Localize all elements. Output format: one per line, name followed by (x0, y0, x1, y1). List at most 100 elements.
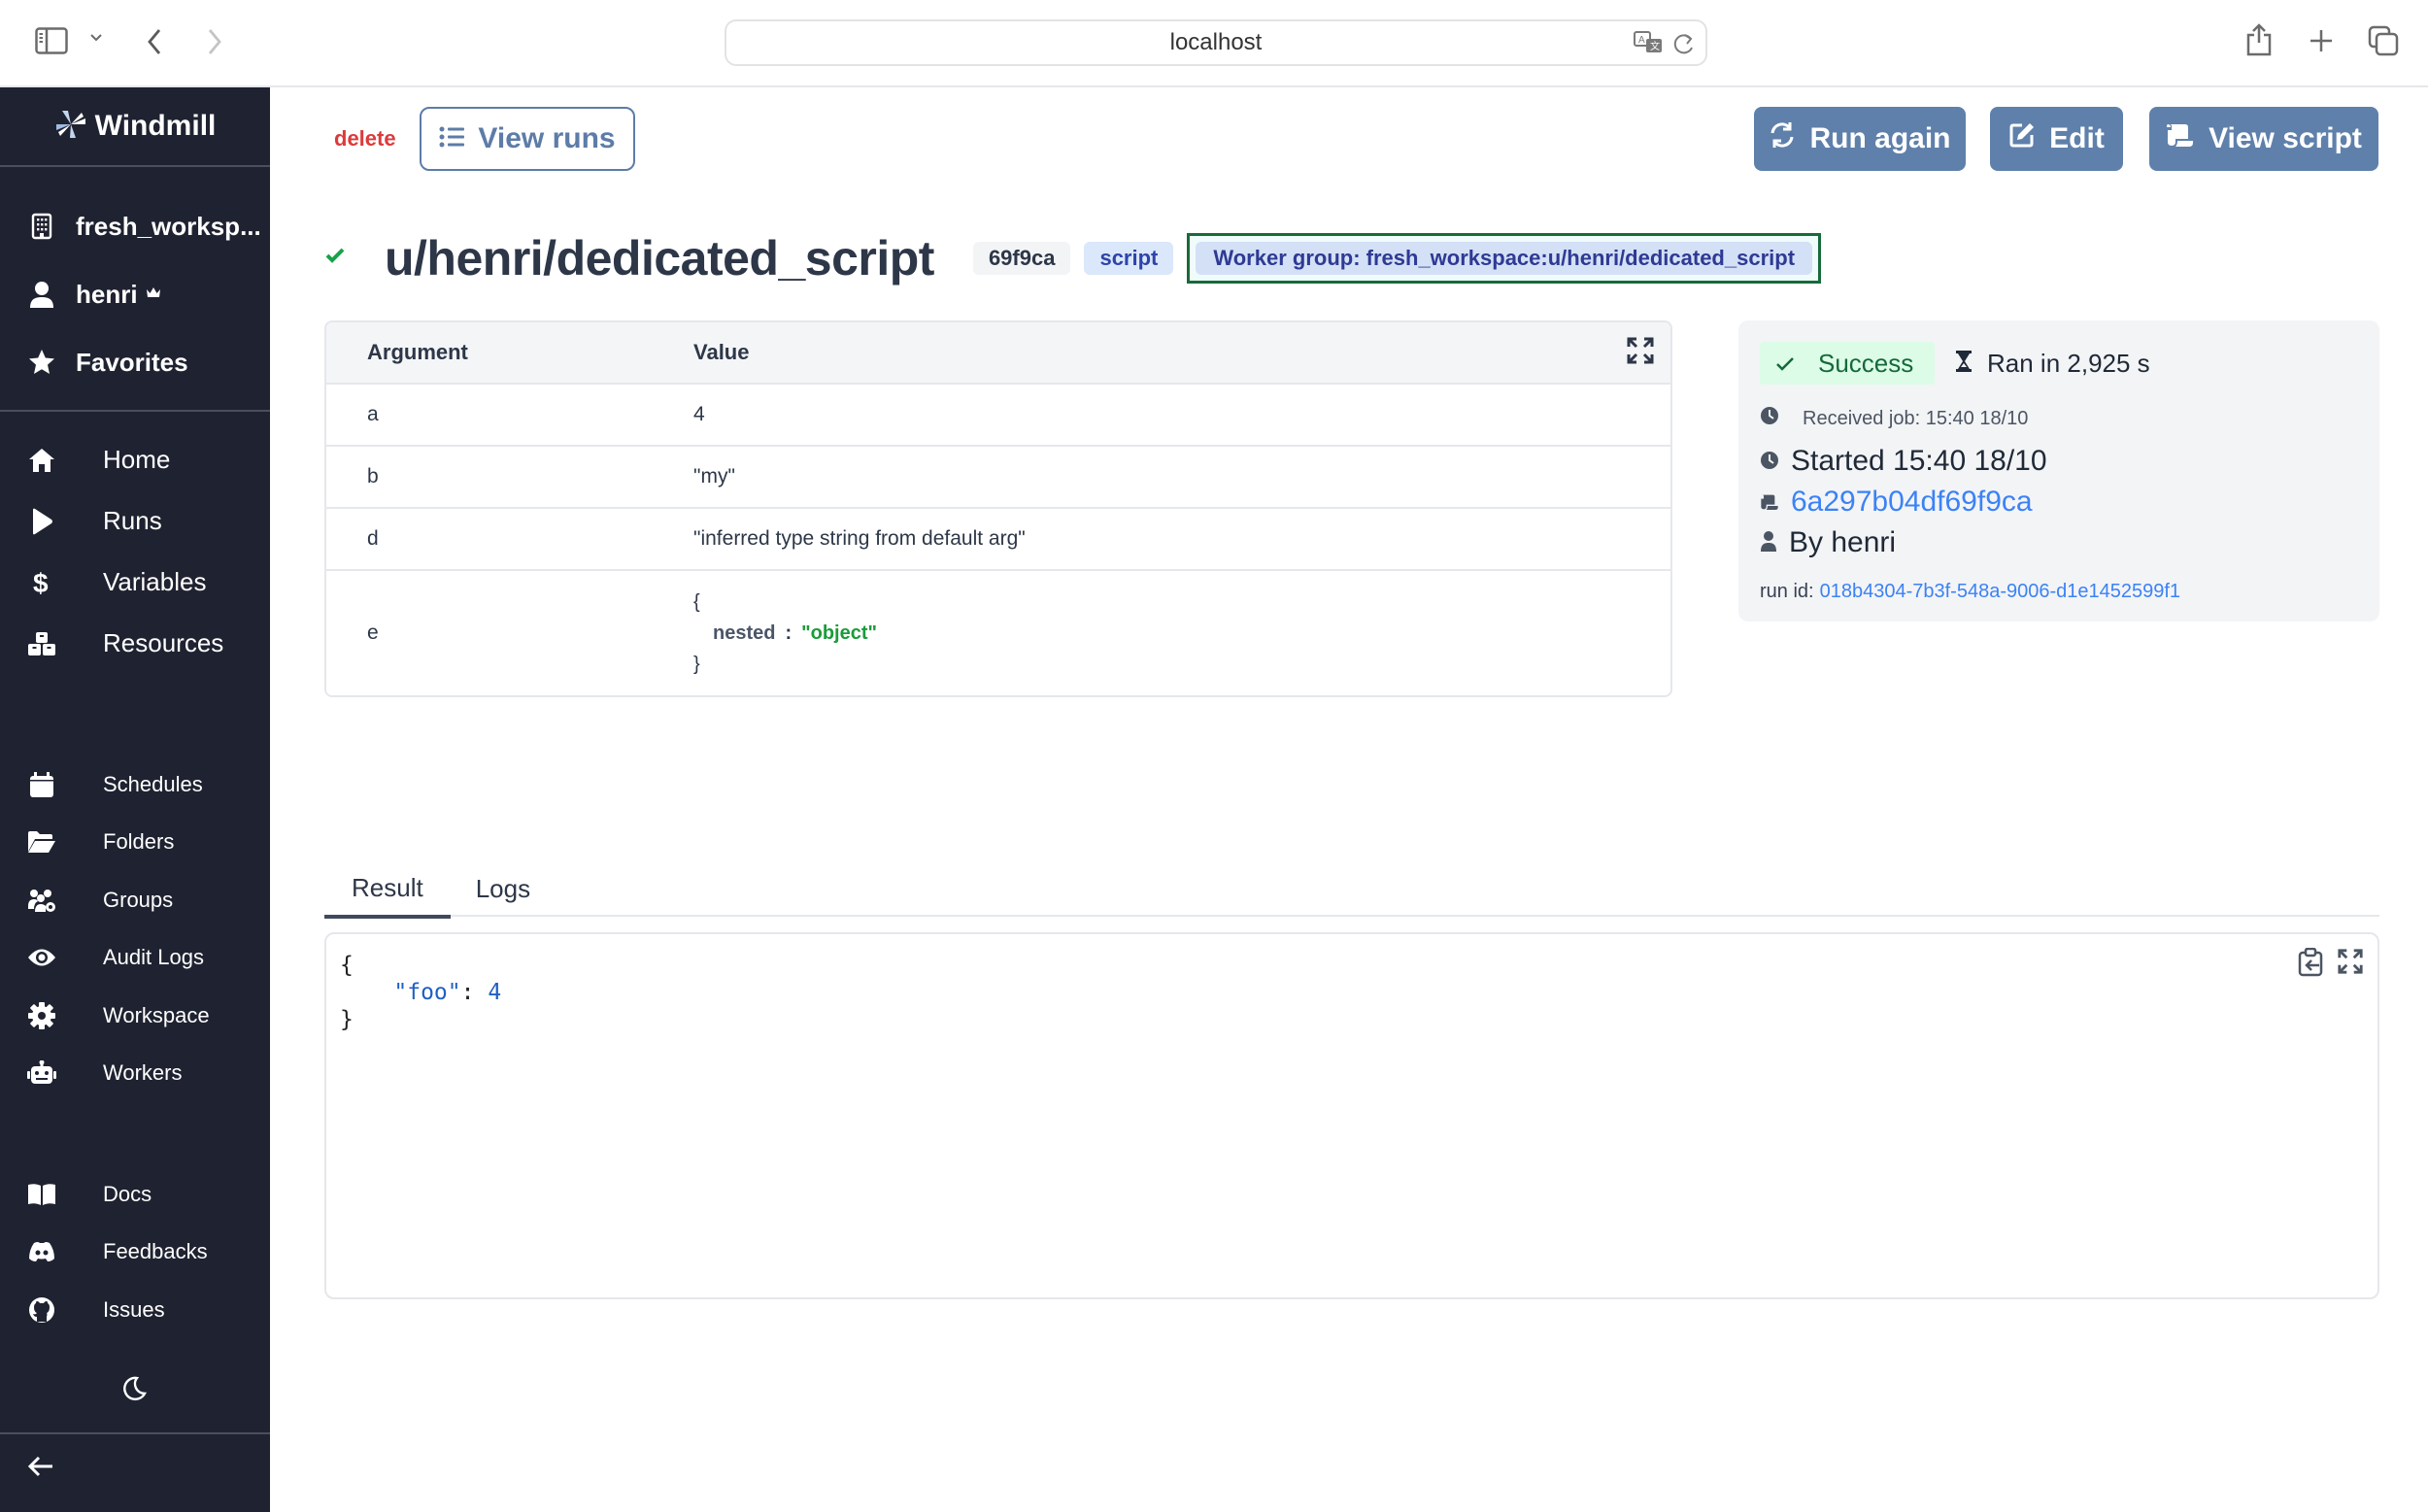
sidebar-item-label: Folders (103, 829, 175, 855)
script-hash-link[interactable]: 6a297b04df69f9ca (1760, 486, 2033, 519)
argument-name: d (367, 527, 379, 550)
sidebar-item-feedbacks[interactable]: Feedbacks (0, 1224, 270, 1282)
url-text: localhost (1169, 29, 1263, 55)
fullscreen-icon[interactable] (2337, 948, 2364, 980)
job-detail-page: delete View runs Run again Edit View scr… (270, 87, 2428, 1512)
brand-logo[interactable]: Windmill (0, 87, 270, 167)
received-time: Received job: 15:40 18/10 (1760, 406, 2028, 431)
user-name: henri (76, 279, 138, 309)
svg-text:$: $ (33, 568, 49, 597)
arguments-table: Argument Value a 4 b "my" d "inferred ty… (324, 320, 1672, 697)
edit-icon (2008, 121, 2036, 156)
sidebar-item-label: Groups (103, 887, 174, 912)
object-colon: : (785, 622, 792, 644)
browser-toolbar: localhost A文 (0, 0, 2428, 87)
view-runs-button[interactable]: View runs (420, 107, 635, 171)
book-icon (27, 1180, 56, 1209)
argument-name: a (367, 403, 379, 425)
sidebar-item-folders[interactable]: Folders (0, 814, 270, 872)
success-check-icon (324, 247, 348, 270)
tab-logs[interactable]: Logs (451, 860, 557, 917)
table-row: a 4 (326, 385, 1670, 447)
calendar-icon (27, 770, 56, 799)
edit-label: Edit (2049, 122, 2105, 154)
delete-button[interactable]: delete (334, 126, 396, 151)
hourglass-icon (1956, 349, 1972, 379)
result-tabs: Result Logs (324, 860, 2379, 919)
sidebar-item-issues[interactable]: Issues (0, 1281, 270, 1339)
sidebar-item-variables[interactable]: $ Variables (0, 552, 270, 613)
table-header: Argument Value (326, 322, 1670, 385)
star-icon (27, 348, 56, 377)
sidebar-item-label: Workspace (103, 1002, 210, 1027)
home-icon (27, 446, 56, 475)
user-menu[interactable]: henri (0, 260, 270, 328)
share-icon[interactable] (2245, 23, 2273, 56)
sidebar-item-label: Issues (103, 1296, 165, 1322)
tab-result[interactable]: Result (324, 860, 451, 919)
result-key: "foo" (393, 980, 461, 1005)
translate-icon[interactable]: A文 (1634, 31, 1665, 61)
job-header: u/henri/dedicated_script 69f9ca script W… (324, 229, 1822, 287)
sidebar-item-docs[interactable]: Docs (0, 1165, 270, 1224)
result-value: 4 (488, 980, 502, 1005)
worker-group-highlight: Worker group: fresh_workspace:u/henri/de… (1187, 233, 1822, 284)
sidebar-item-label: Schedules (103, 771, 203, 796)
table-row: e { nested: "object" } (326, 571, 1670, 695)
table-row: b "my" (326, 447, 1670, 509)
sidebar-item-label: Feedbacks (103, 1239, 208, 1264)
view-script-button[interactable]: View script (2149, 107, 2378, 171)
run-again-label: Run again (1809, 122, 1951, 154)
sidebar-item-workspace[interactable]: Workspace (0, 987, 270, 1045)
favorites-menu[interactable]: Favorites (0, 328, 270, 396)
sidebar-item-label: Home (103, 445, 171, 474)
run-id-link[interactable]: 018b4304-7b3f-548a-9006-d1e1452599f1 (1820, 581, 2180, 603)
sidebar-item-schedules[interactable]: Schedules (0, 756, 270, 814)
sidebar-item-workers[interactable]: Workers (0, 1045, 270, 1103)
sidebar-item-label: Runs (103, 506, 162, 535)
column-header-argument: Argument (367, 340, 468, 364)
back-icon[interactable] (146, 27, 163, 56)
object-value: "object" (801, 622, 878, 644)
argument-name: e (367, 622, 379, 644)
sidebar-item-label: Variables (103, 567, 207, 596)
chevron-down-icon[interactable] (89, 33, 103, 43)
tabs-overview-icon[interactable] (2368, 25, 2399, 56)
run-again-button[interactable]: Run again (1754, 107, 1966, 171)
copy-to-clipboard-icon[interactable] (2298, 947, 2323, 982)
workspace-selector[interactable]: fresh_worksp... (0, 192, 270, 260)
sidebar-toggle-icon[interactable] (35, 27, 68, 54)
users-gear-icon (27, 886, 56, 915)
svg-text:文: 文 (1650, 40, 1660, 52)
sidebar-item-home[interactable]: Home (0, 429, 270, 490)
new-tab-icon[interactable] (2308, 27, 2335, 54)
sidebar-item-resources[interactable]: Resources (0, 613, 270, 674)
list-icon (439, 122, 465, 155)
discord-icon (27, 1237, 56, 1266)
argument-value: 4 (693, 403, 705, 425)
scroll-icon (1760, 486, 1779, 519)
edit-button[interactable]: Edit (1990, 107, 2123, 171)
reload-icon[interactable] (1672, 31, 1696, 61)
status-text: Success (1818, 348, 1914, 378)
dark-mode-toggle-icon[interactable] (120, 1375, 150, 1404)
forward-icon[interactable] (206, 27, 223, 56)
user-icon (1760, 526, 1777, 559)
sidebar-item-label: Resources (103, 628, 224, 657)
worker-group-badge: Worker group: fresh_workspace:u/henri/de… (1196, 242, 1813, 275)
sidebar-item-runs[interactable]: Runs (0, 490, 270, 552)
collapse-sidebar-icon[interactable] (27, 1456, 54, 1482)
refresh-icon (1769, 121, 1796, 156)
view-runs-label: View runs (478, 122, 616, 154)
address-bar[interactable]: localhost A文 (725, 19, 1707, 66)
argument-value: "my" (693, 465, 735, 487)
run-id: run id: 018b4304-7b3f-548a-9006-d1e14525… (1760, 581, 2180, 603)
argument-value: "inferred type string from default arg" (693, 527, 1026, 550)
object-close-brace: } (693, 654, 700, 675)
sidebar-item-audit-logs[interactable]: Audit Logs (0, 929, 270, 988)
expand-icon[interactable] (1626, 336, 1655, 370)
sidebar-item-label: Workers (103, 1060, 183, 1086)
sidebar-item-groups[interactable]: Groups (0, 871, 270, 929)
page-title: u/henri/dedicated_script (385, 231, 934, 286)
status-badge: Success (1760, 342, 1936, 385)
